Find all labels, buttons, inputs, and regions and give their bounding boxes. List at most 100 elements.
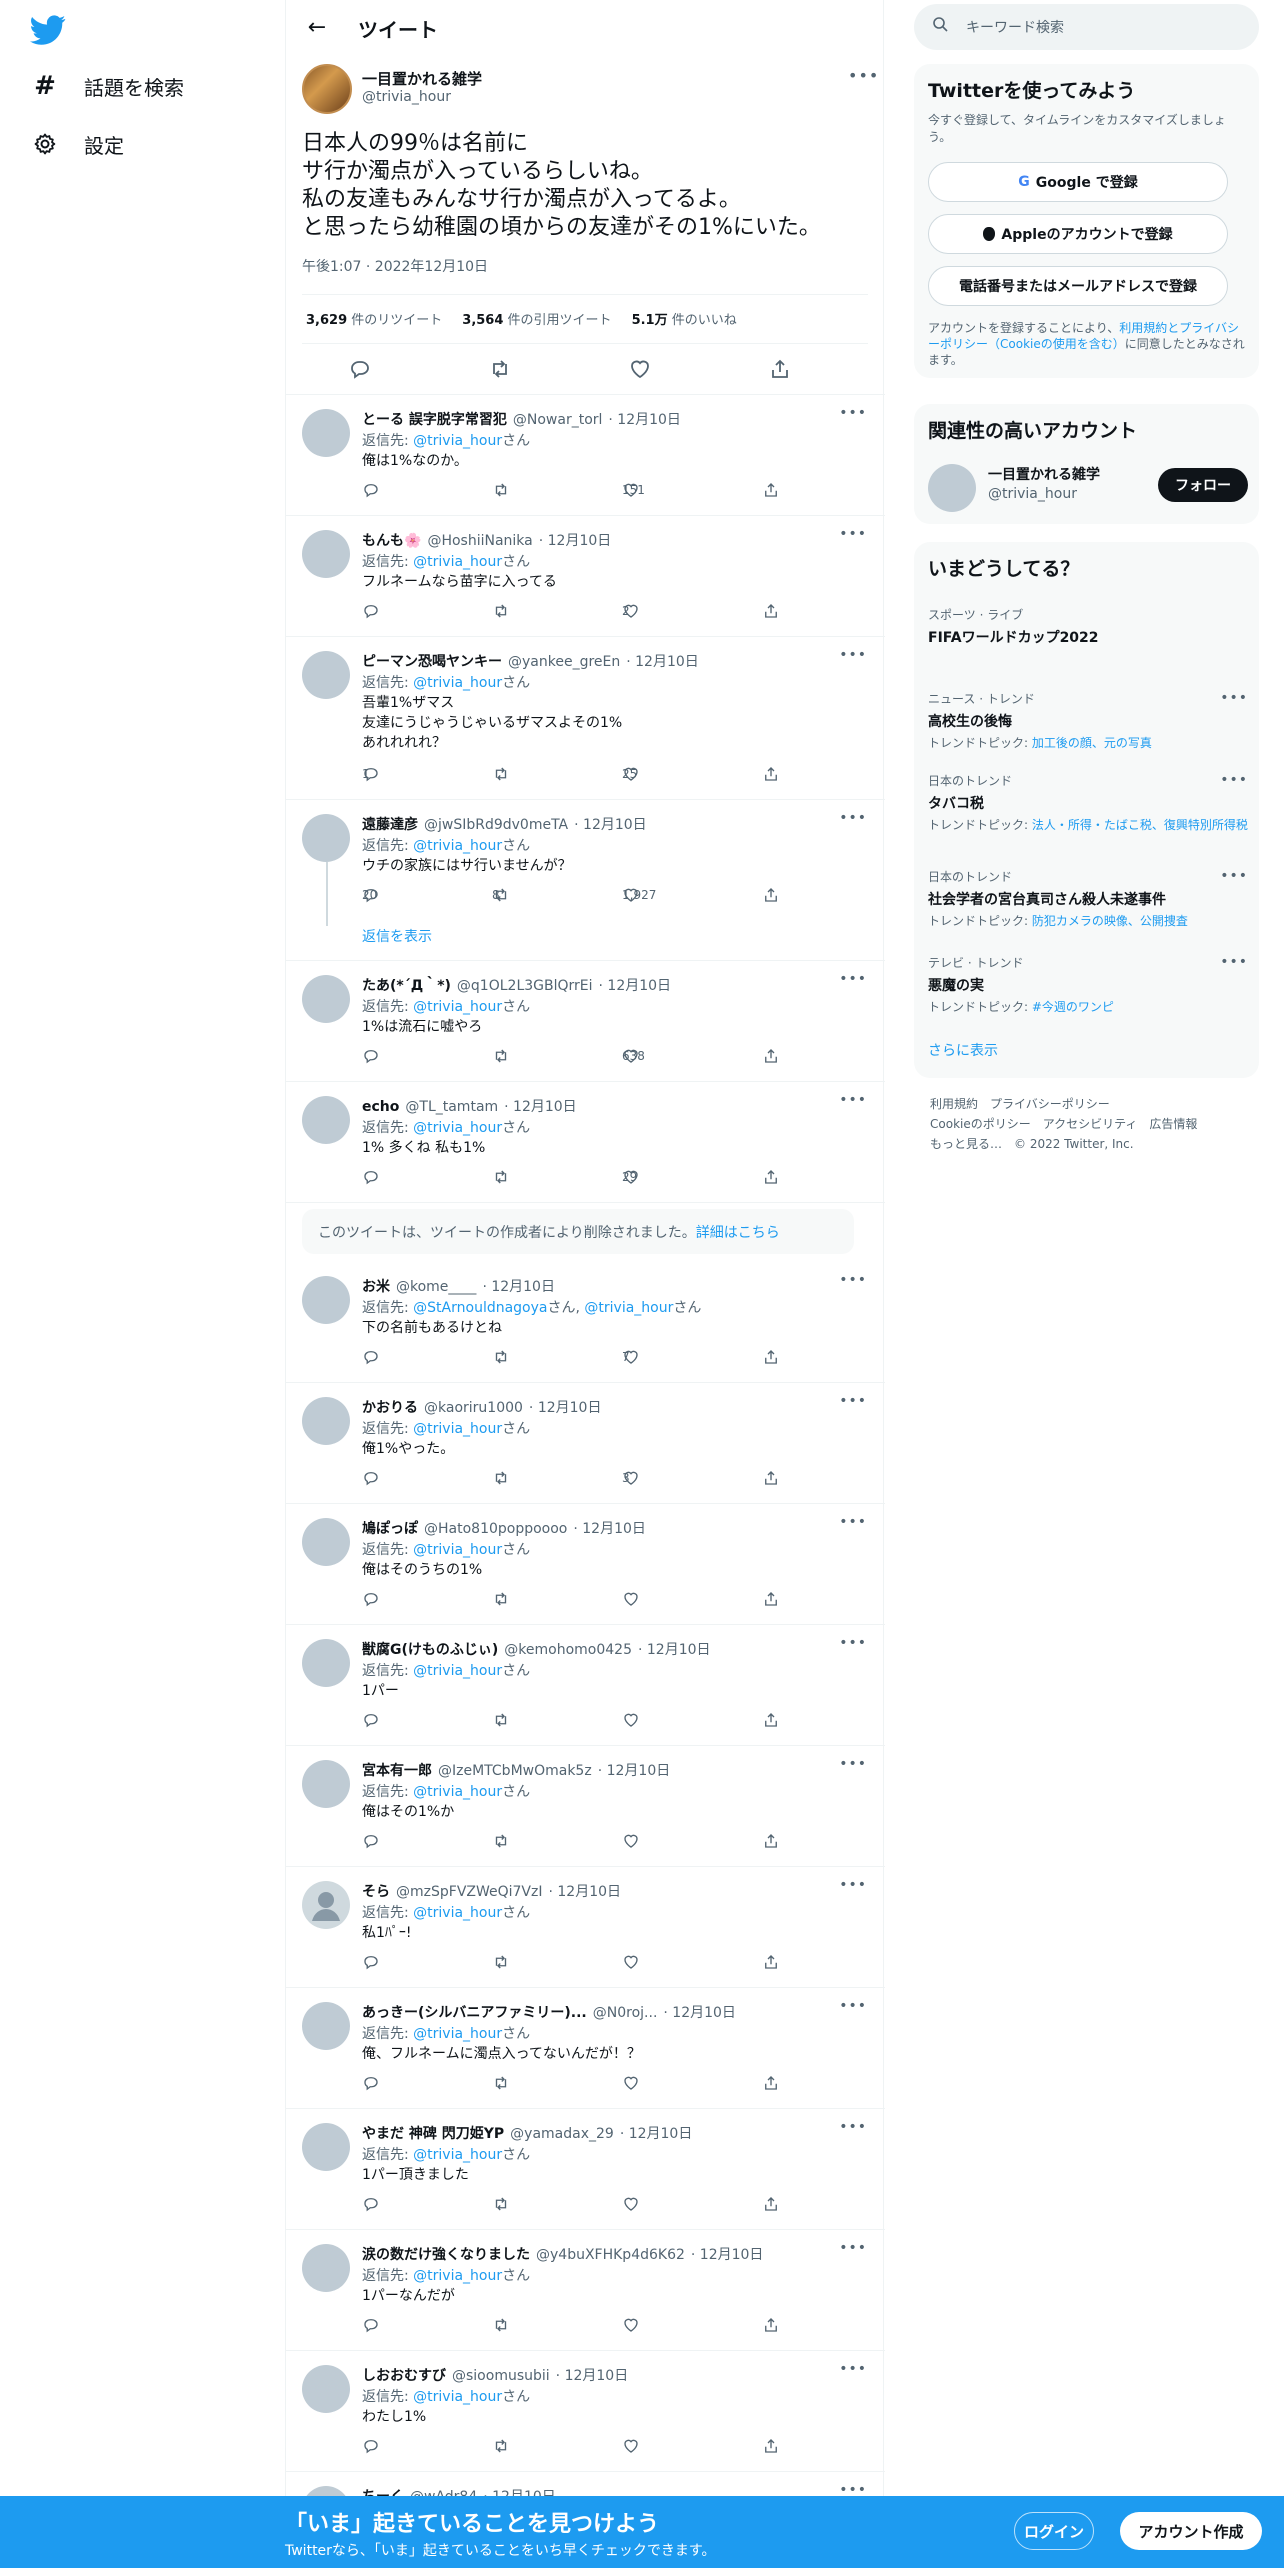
- reply-to-handle[interactable]: @trivia_hour: [413, 1421, 502, 1437]
- avatar[interactable]: [302, 2365, 350, 2413]
- reply-date[interactable]: · 12月10日: [539, 533, 612, 549]
- avatar[interactable]: [302, 1397, 350, 1445]
- avatar[interactable]: [302, 1518, 350, 1566]
- more-options-icon[interactable]: •••: [839, 1393, 867, 1409]
- trend-item[interactable]: スポーツ · ライブ FIFAワールドカップ2022: [928, 606, 1248, 651]
- avatar[interactable]: [302, 409, 350, 457]
- reply-tweet[interactable]: かおりる @kaoriru1000 · 12月10日 ••• 返信先: @trivi…: [286, 1383, 885, 1504]
- more-options-icon[interactable]: •••: [1220, 772, 1248, 788]
- reply-author[interactable]: とーる 誤字脱字常習犯 @Nowar_torl · 12月10日: [362, 409, 681, 429]
- reply-tweet[interactable]: 宮本有一郎 @IzeMTCbMwOmak5z · 12月10日 ••• 返信先: @…: [286, 1746, 885, 1867]
- like-count-link[interactable]: 5.1万 件のいいね: [632, 309, 737, 328]
- reply-to-handle[interactable]: @trivia_hour: [413, 675, 502, 691]
- reply-date[interactable]: · 12月10日: [599, 978, 672, 994]
- reply-tweet[interactable]: たあ(*´Д｀*) @q1OL2L3GBlQrrEi · 12月10日 ••• 返信…: [286, 961, 885, 1082]
- create-account-button[interactable]: アカウント作成: [1120, 2512, 1262, 2550]
- reply-date[interactable]: · 12月10日: [691, 2247, 764, 2263]
- trend-topic-link[interactable]: 加工後の顔、元の写真: [1032, 736, 1152, 750]
- footer-line-3[interactable]: もっと見る… © 2022 Twitter, Inc.: [930, 1134, 1250, 1154]
- google-signup-button[interactable]: G Google で登録: [928, 162, 1228, 202]
- related-account-name[interactable]: 一目置かれる雑学: [988, 464, 1100, 484]
- retweet-icon[interactable]: [488, 357, 514, 383]
- reply-to-handle[interactable]: @trivia_hour: [413, 2389, 502, 2405]
- reply-tweet[interactable]: そら @mzSpFVZWeQi7VzI · 12月10日 ••• 返信先: @tri…: [286, 1867, 885, 1988]
- reply-to-handle[interactable]: @trivia_hour: [413, 999, 502, 1015]
- search-input[interactable]: キーワード検索: [914, 4, 1259, 50]
- reply-tweet[interactable]: ピーマン恐喝ヤンキー @yankee_greEn · 12月10日 ••• 返信先:…: [286, 637, 885, 800]
- learn-more-link[interactable]: 詳細はこちら: [696, 1222, 780, 1242]
- reply-tweet[interactable]: echo @TL_tamtam · 12月10日 ••• 返信先: @trivia_…: [286, 1082, 885, 1203]
- avatar[interactable]: [302, 975, 350, 1023]
- reply-date[interactable]: · 12月10日: [482, 1279, 555, 1295]
- avatar[interactable]: [302, 814, 350, 862]
- login-button[interactable]: ログイン: [1014, 2512, 1094, 2550]
- more-options-icon[interactable]: •••: [839, 1514, 867, 1530]
- reply-author[interactable]: 鳩ぽっぽ @Hato810poppoooo · 12月10日: [362, 1518, 646, 1538]
- reply-author[interactable]: かおりる @kaoriru1000 · 12月10日: [362, 1397, 601, 1417]
- more-options-icon[interactable]: •••: [839, 1756, 867, 1772]
- avatar[interactable]: [302, 1096, 350, 1144]
- more-options-icon[interactable]: •••: [1220, 954, 1248, 970]
- author-name[interactable]: 一目置かれる雑学: [362, 68, 482, 89]
- reply-author[interactable]: そら @mzSpFVZWeQi7VzI · 12月10日: [362, 1881, 621, 1901]
- reply-tweet[interactable]: もんも🌸 @HoshiiNanika · 12月10日 ••• 返信先: @triv…: [286, 516, 885, 637]
- more-options-icon[interactable]: •••: [839, 1272, 867, 1288]
- trend-topic-link[interactable]: #今週のワンピ: [1032, 1000, 1114, 1014]
- more-options-icon[interactable]: •••: [839, 971, 867, 987]
- reply-author[interactable]: 宮本有一郎 @IzeMTCbMwOmak5z · 12月10日: [362, 1760, 670, 1780]
- reply-author[interactable]: 涙の数だけ強くなりました @y4buXFHKp4d6K62 · 12月10日: [362, 2244, 763, 2264]
- reply-author[interactable]: echo @TL_tamtam · 12月10日: [362, 1096, 577, 1116]
- avatar[interactable]: [928, 464, 976, 512]
- more-options-icon[interactable]: •••: [839, 2119, 867, 2135]
- footer-line-1[interactable]: 利用規約 プライバシーポリシー: [930, 1094, 1250, 1114]
- reply-date[interactable]: · 12月10日: [663, 2005, 736, 2021]
- quote-count-link[interactable]: 3,564 件の引用ツイート: [462, 309, 611, 328]
- reply-author[interactable]: ピーマン恐喝ヤンキー @yankee_greEn · 12月10日: [362, 651, 699, 671]
- reply-date[interactable]: · 12月10日: [504, 1099, 577, 1115]
- more-options-icon[interactable]: •••: [839, 405, 867, 421]
- reply-author[interactable]: 遠藤達彦 @jwSIbRd9dv0meTA · 12月10日: [362, 814, 647, 834]
- more-options-icon[interactable]: •••: [839, 2240, 867, 2256]
- trend-item[interactable]: ニュース · トレンド 高校生の後悔 トレンドトピック: 加工後の顔、元の写真 …: [928, 690, 1248, 751]
- more-options-icon[interactable]: •••: [839, 647, 867, 663]
- more-options-icon[interactable]: •••: [1220, 868, 1248, 884]
- show-replies-link[interactable]: 返信を表示: [362, 926, 432, 946]
- reply-tweet[interactable]: 涙の数だけ強くなりました @y4buXFHKp4d6K62 · 12月10日 •••…: [286, 2230, 885, 2351]
- twitter-logo-icon[interactable]: [30, 12, 66, 48]
- reply-date[interactable]: · 12月10日: [573, 1521, 646, 1537]
- reply-icon[interactable]: [348, 357, 374, 383]
- avatar[interactable]: [302, 2002, 350, 2050]
- like-icon[interactable]: [628, 357, 654, 383]
- trend-item[interactable]: 日本のトレンド タバコ税 トレンドトピック: 法人・所得・たばこ税、復興特別所得…: [928, 772, 1248, 833]
- more-options-icon[interactable]: •••: [839, 526, 867, 542]
- more-options-icon[interactable]: •••: [839, 1877, 867, 1893]
- reply-author[interactable]: たあ(*´Д｀*) @q1OL2L3GBlQrrEi · 12月10日: [362, 975, 671, 995]
- reply-to-handle[interactable]: @trivia_hour: [413, 1542, 502, 1558]
- reply-to-handle[interactable]: @trivia_hour: [413, 838, 502, 854]
- trend-item[interactable]: テレビ · トレンド 悪魔の実 トレンドトピック: #今週のワンピ •••: [928, 954, 1248, 1015]
- reply-to-handle[interactable]: @trivia_hour: [413, 1663, 502, 1679]
- reply-author[interactable]: もんも🌸 @HoshiiNanika · 12月10日: [362, 530, 611, 550]
- reply-to-handle[interactable]: @trivia_hour: [413, 2268, 502, 2284]
- reply-tweet[interactable]: 獣腐G(けものふじぃ) @kemohomo0425 · 12月10日 ••• 返信先…: [286, 1625, 885, 1746]
- reply-date[interactable]: · 12月10日: [626, 654, 699, 670]
- reply-tweet[interactable]: やまだ 神碑 閃刀姫YP @yamadax_29 · 12月10日 ••• 返信先:…: [286, 2109, 885, 2230]
- reply-tweet[interactable]: あっきー(シルバニアファミリー)... @N0roj... · 12月10日 •••…: [286, 1988, 885, 2109]
- reply-author[interactable]: お米 @kome____ · 12月10日: [362, 1276, 555, 1296]
- author-handle[interactable]: @trivia_hour: [362, 89, 451, 105]
- reply-date[interactable]: · 12月10日: [608, 412, 681, 428]
- reply-author[interactable]: しおおむすび @sioomusubii · 12月10日: [362, 2365, 628, 2385]
- more-options-icon[interactable]: •••: [848, 66, 879, 85]
- reply-date[interactable]: · 12月10日: [620, 2126, 693, 2142]
- reply-to-handle[interactable]: @trivia_hour: [413, 2147, 502, 2163]
- more-options-icon[interactable]: •••: [839, 1998, 867, 2014]
- reply-date[interactable]: · 12月10日: [529, 1400, 602, 1416]
- reply-author[interactable]: やまだ 神碑 閃刀姫YP @yamadax_29 · 12月10日: [362, 2123, 692, 2143]
- tweet-timestamp[interactable]: 午後1:07 · 2022年12月10日: [302, 256, 488, 276]
- trend-topic-link[interactable]: 防犯カメラの映像、公開捜査: [1032, 914, 1188, 928]
- reply-date[interactable]: · 12月10日: [549, 1884, 622, 1900]
- more-options-icon[interactable]: •••: [839, 2361, 867, 2377]
- more-options-icon[interactable]: •••: [839, 1635, 867, 1651]
- more-options-icon[interactable]: •••: [839, 1092, 867, 1108]
- reply-author[interactable]: 獣腐G(けものふじぃ) @kemohomo0425 · 12月10日: [362, 1639, 711, 1659]
